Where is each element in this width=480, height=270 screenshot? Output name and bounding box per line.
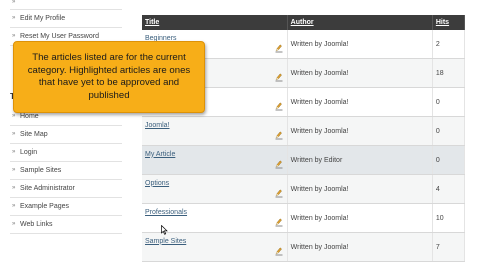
author-cell: Written by Editor (287, 145, 433, 175)
table-row: Professionals Written by Joomla! 10 (142, 203, 466, 233)
user-menu-item-edit-profile[interactable]: Edit My Profile (10, 10, 122, 28)
table-row: Sample Sites Written by Joomla! 7 (142, 232, 466, 262)
title-cell: Joomla! (142, 116, 288, 146)
author-cell: Written by Joomla! (287, 174, 433, 204)
column-header-hits-label: Hits (435, 19, 450, 26)
article-title-link[interactable]: Sample Sites (145, 238, 186, 245)
main-menu: Home Site Map Login Sample Sites Site Ad… (10, 108, 122, 234)
mouse-pointer-icon (161, 225, 168, 235)
author-cell: Written by Joomla! (287, 116, 433, 146)
pencil-icon[interactable] (275, 160, 283, 169)
title-cell: Options (142, 174, 288, 204)
table-header-row: Title Author Hits (142, 15, 466, 30)
hits-cell: 0 (432, 145, 466, 175)
pencil-icon[interactable] (275, 131, 283, 140)
table-row: My Article Written by Editor 0 (142, 145, 466, 175)
column-header-hits[interactable]: Hits (432, 15, 466, 30)
article-title-link[interactable]: Options (145, 180, 169, 187)
column-header-title[interactable]: Title (142, 15, 288, 30)
hits-cell: 7 (432, 232, 466, 262)
column-header-title-label: Title (145, 19, 160, 26)
pencil-icon[interactable] (275, 73, 283, 82)
author-cell: Written by Joomla! (287, 30, 433, 59)
main-menu-item-web-links[interactable]: Web Links (10, 216, 122, 234)
hits-cell: 18 (432, 58, 466, 88)
table-row: Options Written by Joomla! 4 (142, 174, 466, 204)
pencil-icon[interactable] (275, 102, 283, 111)
main-menu-item-site-map[interactable]: Site Map (10, 126, 122, 144)
author-cell: Written by Joomla! (287, 203, 433, 233)
hits-cell: 0 (432, 87, 466, 117)
author-cell: Written by Joomla! (287, 87, 433, 117)
hits-cell: 2 (432, 30, 466, 59)
pencil-icon[interactable] (275, 44, 283, 53)
user-menu-item[interactable] (10, 0, 122, 10)
title-cell: My Article (142, 145, 288, 175)
pencil-icon[interactable] (275, 247, 283, 256)
column-header-author[interactable]: Author (287, 15, 433, 30)
help-callout: The articles listed are for the current … (13, 41, 205, 113)
main-menu-item-site-administrator[interactable]: Site Administrator (10, 180, 122, 198)
hits-cell: 4 (432, 174, 466, 204)
pencil-icon[interactable] (275, 189, 283, 198)
article-title-link[interactable]: Professionals (145, 209, 187, 216)
pencil-icon[interactable] (275, 218, 283, 227)
article-title-link[interactable]: My Article (145, 151, 175, 158)
article-title-link[interactable]: Joomla! (145, 122, 170, 129)
user-menu: Edit My Profile Reset My User Password (10, 0, 122, 46)
table-row: Joomla! Written by Joomla! 0 (142, 116, 466, 146)
author-cell: Written by Joomla! (287, 232, 433, 262)
author-cell: Written by Joomla! (287, 58, 433, 88)
hits-cell: 10 (432, 203, 466, 233)
column-header-author-label: Author (290, 19, 314, 26)
main-menu-item-login[interactable]: Login (10, 144, 122, 162)
main-menu-item-sample-sites[interactable]: Sample Sites (10, 162, 122, 180)
help-callout-text: The articles listed are for the current … (27, 52, 191, 101)
title-cell: Sample Sites (142, 232, 288, 262)
hits-cell: 0 (432, 116, 466, 146)
main-menu-item-example-pages[interactable]: Example Pages (10, 198, 122, 216)
